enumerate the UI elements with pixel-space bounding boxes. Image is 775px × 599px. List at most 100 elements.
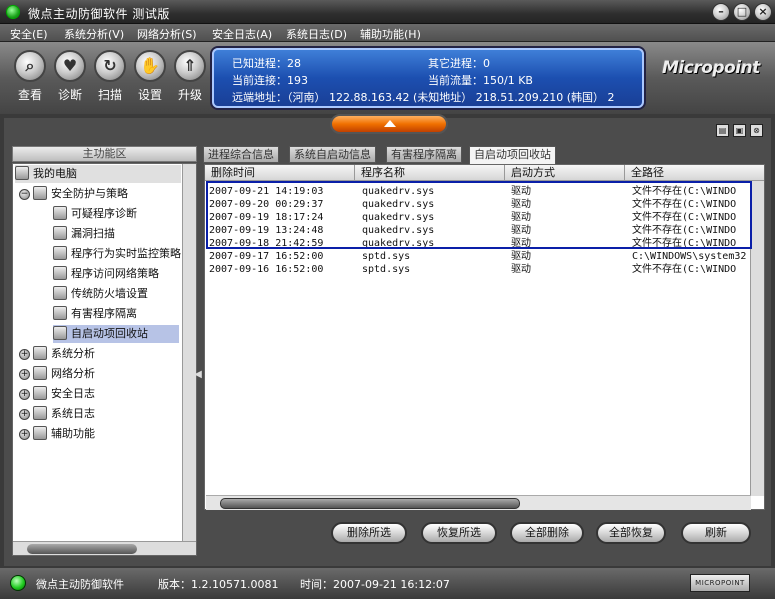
- remote-address: 远端地址：（河南） 122.88.163.42 (未知地址） 218.51.20…: [232, 91, 615, 104]
- list-scroll-thumb[interactable]: [220, 498, 520, 509]
- restore-all-button[interactable]: 全部恢复: [596, 522, 666, 544]
- menu-system-log[interactable]: 系统日志(D): [286, 26, 347, 42]
- menu-network-analysis[interactable]: 网络分析(S): [137, 26, 197, 42]
- tree-item-quarantine[interactable]: 有害程序隔离: [53, 305, 137, 323]
- settings-button[interactable]: ✋ 设置: [131, 50, 169, 103]
- computer-icon: [15, 166, 29, 180]
- tree-item-firewall[interactable]: 传统防火墙设置: [53, 285, 148, 303]
- column-delete-time[interactable]: 删除时间: [205, 165, 355, 181]
- restore-selected-button[interactable]: 恢复所选: [421, 522, 497, 544]
- tree-vertical-scrollbar[interactable]: [182, 164, 196, 541]
- clock-icon: [53, 246, 67, 260]
- expand-icon[interactable]: +: [19, 349, 30, 360]
- restore-icon[interactable]: ▤: [716, 124, 729, 137]
- known-process-count: 已知进程：28: [232, 57, 301, 70]
- tree-item-system-log[interactable]: 系统日志: [33, 405, 95, 423]
- tab-quarantine[interactable]: 有害程序隔离: [386, 146, 462, 163]
- expand-icon[interactable]: +: [19, 389, 30, 400]
- cell-name: sptd.sys: [362, 251, 411, 262]
- tree-item-network-analysis[interactable]: 网络分析: [33, 365, 95, 383]
- tree-label: 我的电脑: [33, 167, 77, 180]
- tree-label: 系统日志: [51, 407, 95, 420]
- collapse-toolbar-toggle[interactable]: [330, 114, 448, 134]
- delete-selected-button[interactable]: 删除所选: [331, 522, 407, 544]
- window-icon[interactable]: ▣: [733, 124, 746, 137]
- panel-close-icon[interactable]: ⊗: [750, 124, 763, 137]
- maximize-icon[interactable]: □: [733, 3, 751, 21]
- menu-system-analysis[interactable]: 系统分析(V): [64, 26, 124, 42]
- tree-item-security-policy[interactable]: 安全防护与策略: [33, 185, 128, 203]
- tree-label: 有害程序隔离: [71, 307, 137, 320]
- tree-item-network-access-policy[interactable]: 程序访问网络策略: [53, 265, 159, 283]
- tree-item-helper[interactable]: 辅助功能: [33, 425, 95, 443]
- column-program-name[interactable]: 程序名称: [355, 165, 505, 181]
- selection-highlight-box: [206, 181, 752, 249]
- minimize-icon[interactable]: –: [712, 3, 730, 21]
- magnifier-icon: ⌕: [14, 50, 46, 82]
- cell-time: 2007-09-16 16:52:00: [209, 264, 324, 275]
- expand-icon[interactable]: +: [19, 369, 30, 380]
- log-icon: [33, 386, 47, 400]
- tab-system-startup[interactable]: 系统自启动信息: [289, 146, 376, 163]
- magnifier-icon: [53, 226, 67, 240]
- diagnose-button[interactable]: ♥ 诊断: [51, 50, 89, 103]
- diagnose-label: 诊断: [57, 88, 82, 102]
- table-row[interactable]: 2007-09-16 16:52:00 sptd.sys 驱动 文件不存在(C:…: [205, 263, 764, 276]
- expand-icon[interactable]: +: [19, 429, 30, 440]
- tree-item-security-log[interactable]: 安全日志: [33, 385, 95, 403]
- tree-item-startup-recycle-bin[interactable]: 自启动项回收站: [53, 325, 179, 343]
- tree-scroll-thumb[interactable]: [27, 544, 137, 554]
- refresh-button[interactable]: 刷新: [681, 522, 751, 544]
- upgrade-label: 升级: [177, 88, 202, 102]
- upgrade-button[interactable]: ⇑ 升级: [171, 50, 209, 103]
- network-icon: [33, 366, 47, 380]
- menu-helper[interactable]: 辅助功能(H): [360, 26, 421, 42]
- tree-label: 网络分析: [51, 367, 95, 380]
- table-row[interactable]: 2007-09-17 16:52:00 sptd.sys 驱动 C:\WINDO…: [205, 250, 764, 263]
- view-button[interactable]: ⌕ 查看: [11, 50, 49, 103]
- upgrade-icon: ⇑: [174, 50, 206, 82]
- heart-icon: ♥: [54, 50, 86, 82]
- delete-all-button[interactable]: 全部删除: [510, 522, 584, 544]
- tab-startup-recycle-bin[interactable]: 自启动项回收站: [469, 146, 556, 164]
- status-led-icon: [10, 575, 26, 591]
- flag-icon: [33, 186, 47, 200]
- arrow-up-icon: [384, 120, 396, 127]
- status-bar: 微点主动防御软件 版本：1.2.10571.0081 时间：2007-09-21…: [0, 568, 775, 599]
- tree-horizontal-scrollbar[interactable]: [13, 541, 196, 555]
- network-icon: [53, 266, 67, 280]
- biohazard-icon: [53, 306, 67, 320]
- tree-item-my-computer[interactable]: 我的电脑: [15, 165, 181, 183]
- firewall-icon: [53, 286, 67, 300]
- scan-button[interactable]: ↻ 扫描: [91, 50, 129, 103]
- tree-label: 可疑程序诊断: [71, 207, 137, 220]
- tab-process-info[interactable]: 进程综合信息: [203, 146, 279, 163]
- document-icon: [33, 406, 47, 420]
- monitor-icon: [33, 346, 47, 360]
- status-version: 版本：1.2.10571.0081: [158, 578, 279, 591]
- tree-item-system-analysis[interactable]: 系统分析: [33, 345, 95, 363]
- window-title: 微点主动防御软件 测试版: [28, 7, 170, 21]
- column-full-path[interactable]: 全路径: [625, 165, 764, 181]
- collapse-icon[interactable]: −: [19, 189, 30, 200]
- menu-bar: 安全(E) 系统分析(V) 网络分析(S) 安全日志(A) 系统日志(D) 辅助…: [0, 24, 775, 42]
- close-icon[interactable]: ×: [754, 3, 772, 21]
- globe-icon: [53, 326, 67, 340]
- tree-label: 传统防火墙设置: [71, 287, 148, 300]
- menu-security[interactable]: 安全(E): [10, 26, 48, 42]
- cell-path: 文件不存在(C:\WINDO: [632, 264, 737, 275]
- list-horizontal-scrollbar[interactable]: [206, 495, 751, 510]
- expand-icon[interactable]: +: [19, 409, 30, 420]
- cell-time: 2007-09-17 16:52:00: [209, 251, 324, 262]
- list-vertical-scrollbar[interactable]: [750, 181, 764, 496]
- scan-icon: ↻: [94, 50, 126, 82]
- splitter-handle[interactable]: ◀: [194, 360, 202, 390]
- tree-item-behavior-monitor[interactable]: 程序行为实时监控策略: [53, 245, 181, 263]
- tree-label: 安全日志: [51, 387, 95, 400]
- column-start-mode[interactable]: 启动方式: [505, 165, 625, 181]
- tree-item-suspicious-diagnosis[interactable]: 可疑程序诊断: [53, 205, 137, 223]
- tree-item-vulnerability-scan[interactable]: 漏洞扫描: [53, 225, 115, 243]
- title-bar: 微点主动防御软件 测试版 – □ ×: [0, 0, 775, 24]
- menu-security-log[interactable]: 安全日志(A): [212, 26, 272, 42]
- status-info-panel: 已知进程：28 其它进程：0 当前连接：193 当前流量：150/1 KB 远端…: [212, 48, 644, 108]
